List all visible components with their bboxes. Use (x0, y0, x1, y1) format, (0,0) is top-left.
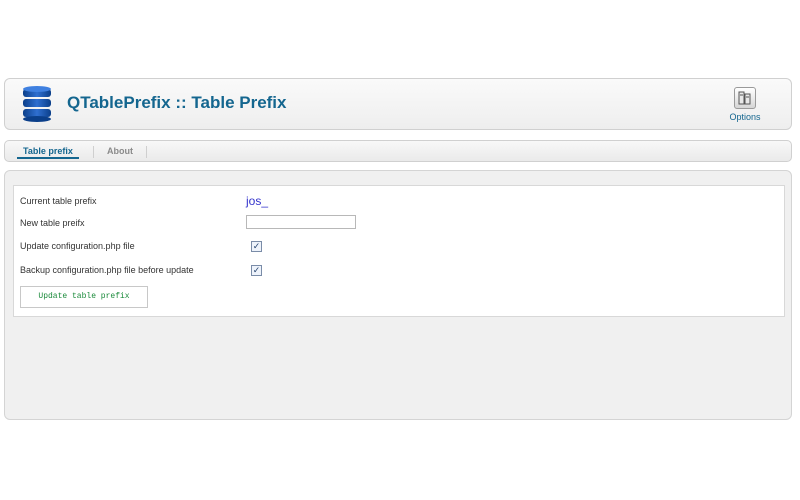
header-panel: QTablePrefix :: Table Prefix Options (4, 78, 792, 130)
new-prefix-input[interactable] (246, 215, 356, 229)
current-prefix-value: jos_ (246, 194, 269, 208)
backup-config-checkbox[interactable]: ✓ (251, 265, 262, 276)
tab-bar: Table prefix About (4, 140, 792, 162)
new-prefix-label: New table preifx (20, 218, 85, 228)
current-prefix-label: Current table prefix (20, 196, 97, 206)
page-title: QTablePrefix :: Table Prefix (67, 93, 287, 112)
backup-config-label: Backup configuration.php file before upd… (20, 265, 194, 275)
page: QTablePrefix :: Table Prefix Options Tab… (0, 0, 800, 500)
tab-divider (93, 146, 94, 158)
prefix-form: Current table prefix jos_ New table prei… (13, 185, 785, 317)
update-config-label: Update configuration.php file (20, 241, 135, 251)
options-label: Options (729, 112, 761, 122)
options-button[interactable]: Options (725, 87, 765, 125)
main-panel: Current table prefix jos_ New table prei… (4, 170, 792, 420)
tab-about[interactable]: About (101, 145, 139, 157)
update-config-checkbox[interactable]: ✓ (251, 241, 262, 252)
tab-table-prefix[interactable]: Table prefix (17, 145, 79, 159)
tab-divider (146, 146, 147, 158)
update-prefix-button[interactable]: Update table prefix (20, 286, 148, 308)
database-icon (21, 85, 53, 123)
options-icon (734, 87, 756, 109)
